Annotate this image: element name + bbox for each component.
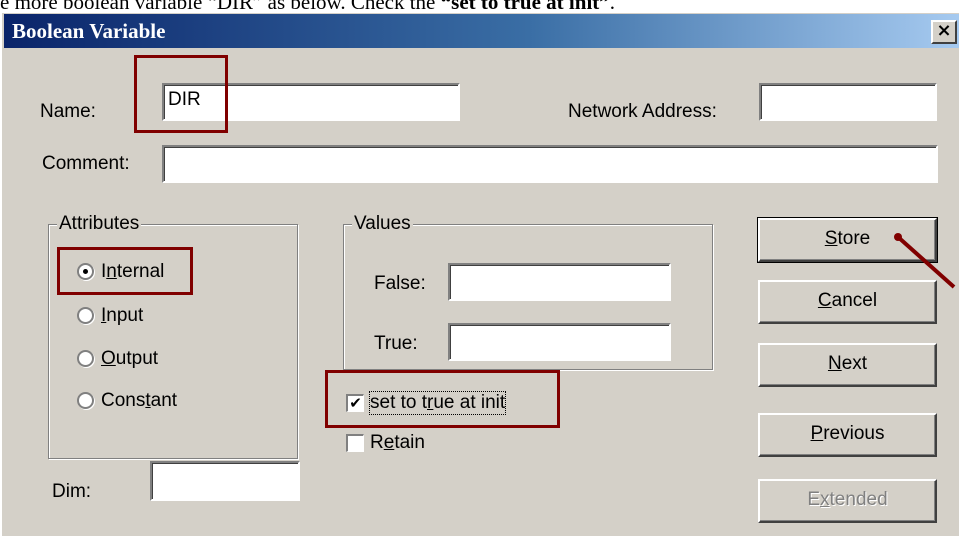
false-value-input[interactable] [448, 263, 671, 301]
radio-output-label: Output [101, 348, 159, 369]
radio-constant-label: Constant [101, 390, 178, 411]
previous-button[interactable]: Previous [758, 413, 937, 457]
attributes-group-title: Attributes [57, 213, 142, 235]
radio-internal-label: Internal [101, 261, 165, 282]
values-group-title: Values [352, 213, 413, 235]
retain-label: Retain [370, 432, 425, 453]
name-label: Name: [40, 101, 96, 122]
boolean-variable-dialog: Boolean Variable × Name: DIR Network Add… [0, 12, 959, 536]
false-label: False: [374, 273, 426, 294]
cancel-button-label: Cancel [817, 290, 878, 311]
instruction-text: e more boolean variable “DIR” as below. … [0, 0, 959, 12]
radio-input-indicator[interactable] [77, 307, 94, 324]
extended-button-label: Extended [807, 489, 888, 510]
radio-internal-indicator[interactable] [77, 263, 94, 280]
radio-output-indicator[interactable] [77, 350, 94, 367]
true-value-input[interactable] [448, 323, 671, 361]
comment-input[interactable] [162, 145, 938, 183]
extended-button[interactable]: Extended [758, 479, 937, 523]
name-input[interactable]: DIR [162, 83, 460, 121]
network-address-label: Network Address: [568, 101, 717, 122]
dim-label: Dim: [52, 481, 92, 502]
retain-checkbox-box[interactable] [346, 434, 364, 452]
next-button[interactable]: Next [758, 343, 937, 387]
instruction-text-prefix: e more boolean variable “DIR” as below. … [0, 0, 441, 12]
network-address-input[interactable] [759, 83, 937, 121]
dim-input[interactable] [150, 461, 300, 501]
instruction-text-suffix: . [609, 0, 616, 12]
radio-input-label: Input [101, 305, 144, 326]
comment-label: Comment: [42, 153, 130, 174]
set-true-at-init-label: set to true at init [368, 391, 507, 415]
name-value: DIR [168, 89, 201, 110]
values-group: Values False: True: [343, 213, 713, 370]
check-icon[interactable]: ✔ [346, 394, 364, 412]
dialog-title: Boolean Variable [12, 19, 166, 43]
store-button[interactable]: Store [757, 217, 938, 263]
instruction-text-emphasis: “set to true at init” [440, 0, 610, 12]
title-bar[interactable]: Boolean Variable × [4, 14, 959, 48]
previous-button-label: Previous [810, 423, 885, 444]
store-button-label: Store [824, 228, 871, 249]
cancel-button[interactable]: Cancel [758, 280, 937, 324]
close-button[interactable]: × [931, 20, 957, 44]
radio-constant-indicator[interactable] [77, 392, 94, 409]
close-icon: × [936, 20, 952, 41]
next-button-label: Next [827, 353, 868, 374]
true-label: True: [374, 333, 418, 354]
attributes-group: Attributes Internal Input Output Constan… [48, 213, 298, 459]
